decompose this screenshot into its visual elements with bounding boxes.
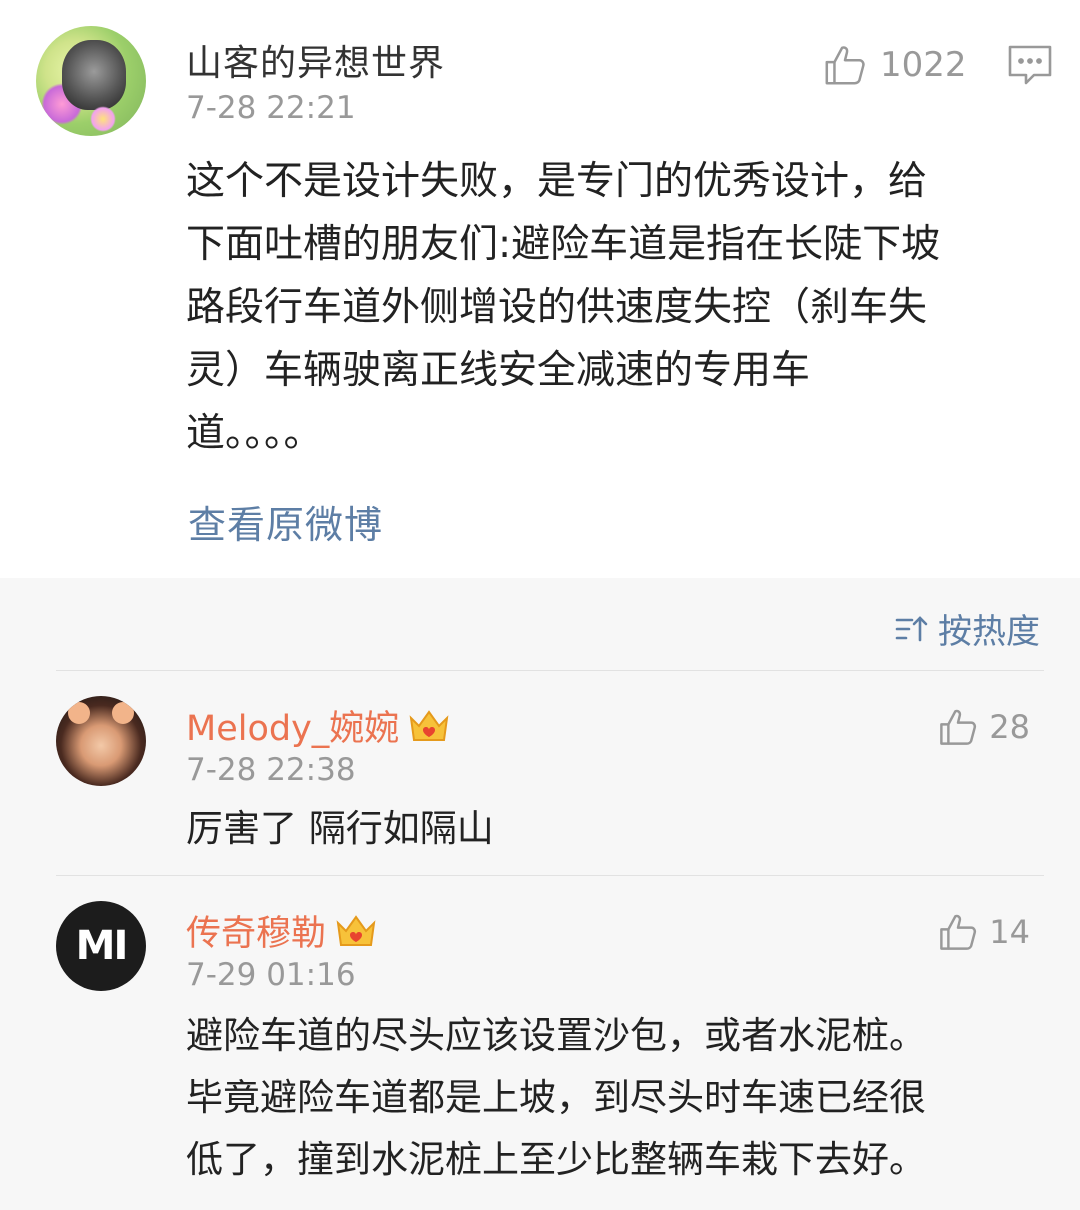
main-username[interactable]: 山客的异想世界 <box>186 34 445 86</box>
crown-icon <box>336 914 376 946</box>
comments-area: 按热度 Melody_婉婉 7-28 22:38 28 厉害了 隔行如隔山 MI… <box>0 578 1080 1210</box>
comment-item: MI 传奇穆勒 7-29 01:16 14 避险车道的尽头应该设置沙包，或者水泥… <box>0 875 1080 1210</box>
comment-like-button[interactable]: 14 <box>937 911 1030 953</box>
sort-button[interactable]: 按热度 <box>894 604 1040 653</box>
comment-timestamp: 7-29 01:16 <box>186 957 356 993</box>
thumbs-up-icon <box>940 709 977 745</box>
comment-text-line: 低了，撞到水泥桩上至少比整辆车栽下去好。 <box>186 1138 926 1181</box>
comment-text: 避险车道的尽头应该设置沙包，或者水泥桩。 毕竟避险车道都是上坡，到尽头时车速已经… <box>186 1005 1046 1191</box>
comment-like-button[interactable]: 28 <box>937 706 1030 748</box>
main-avatar[interactable] <box>36 26 146 136</box>
main-timestamp: 7-28 22:21 <box>186 90 356 126</box>
avatar[interactable]: MI <box>56 901 146 991</box>
main-comment-text: 这个不是设计失败，是专门的优秀设计，给 下面吐槽的朋友们:避险车道是指在长陡下坡… <box>186 150 1036 465</box>
avatar-text: MI <box>75 923 129 969</box>
comment-text: 厉害了 隔行如隔山 <box>186 798 1046 860</box>
view-original-link[interactable]: 查看原微博 <box>188 494 383 549</box>
main-comment: 山客的异想世界 7-28 22:21 1022 这个不是设计失败，是专门的优秀设… <box>0 0 1080 580</box>
avatar[interactable] <box>56 696 146 786</box>
main-like-button[interactable]: 1022 <box>822 40 967 90</box>
comment-bubble-icon[interactable] <box>1006 42 1054 88</box>
thumbs-up-icon <box>825 46 865 85</box>
main-text-line: 下面吐槽的朋友们:避险车道是指在长陡下坡 <box>186 222 941 267</box>
thumbs-up-icon <box>940 914 977 950</box>
comment-like-count: 28 <box>989 708 1030 746</box>
main-text-line: 路段行车道外侧增设的供速度失控（刹车失 <box>186 285 928 330</box>
comment-username[interactable]: 传奇穆勒 <box>186 905 378 956</box>
main-text-line: 这个不是设计失败，是专门的优秀设计，给 <box>186 159 928 204</box>
comment-text-line: 厉害了 隔行如隔山 <box>186 807 494 850</box>
username-text: 传奇穆勒 <box>186 914 327 954</box>
comment-text-line: 毕竟避险车道都是上坡，到尽头时车速已经很 <box>186 1076 926 1119</box>
main-text-line: 灵）车辆驶离正线安全减速的专用车 <box>186 348 811 393</box>
main-like-count: 1022 <box>880 45 967 85</box>
sort-icon <box>895 615 928 641</box>
comment-timestamp: 7-28 22:38 <box>186 752 356 788</box>
sort-label: 按热度 <box>938 612 1040 652</box>
comment-text-line: 避险车道的尽头应该设置沙包，或者水泥桩。 <box>186 1014 926 1057</box>
comment-item: Melody_婉婉 7-28 22:38 28 厉害了 隔行如隔山 <box>0 670 1080 875</box>
comment-like-count: 14 <box>989 913 1030 951</box>
crown-icon <box>409 709 449 741</box>
username-text: Melody_婉婉 <box>186 709 400 749</box>
main-text-line: 道。。。。 <box>186 411 323 456</box>
comment-username[interactable]: Melody_婉婉 <box>186 700 451 751</box>
